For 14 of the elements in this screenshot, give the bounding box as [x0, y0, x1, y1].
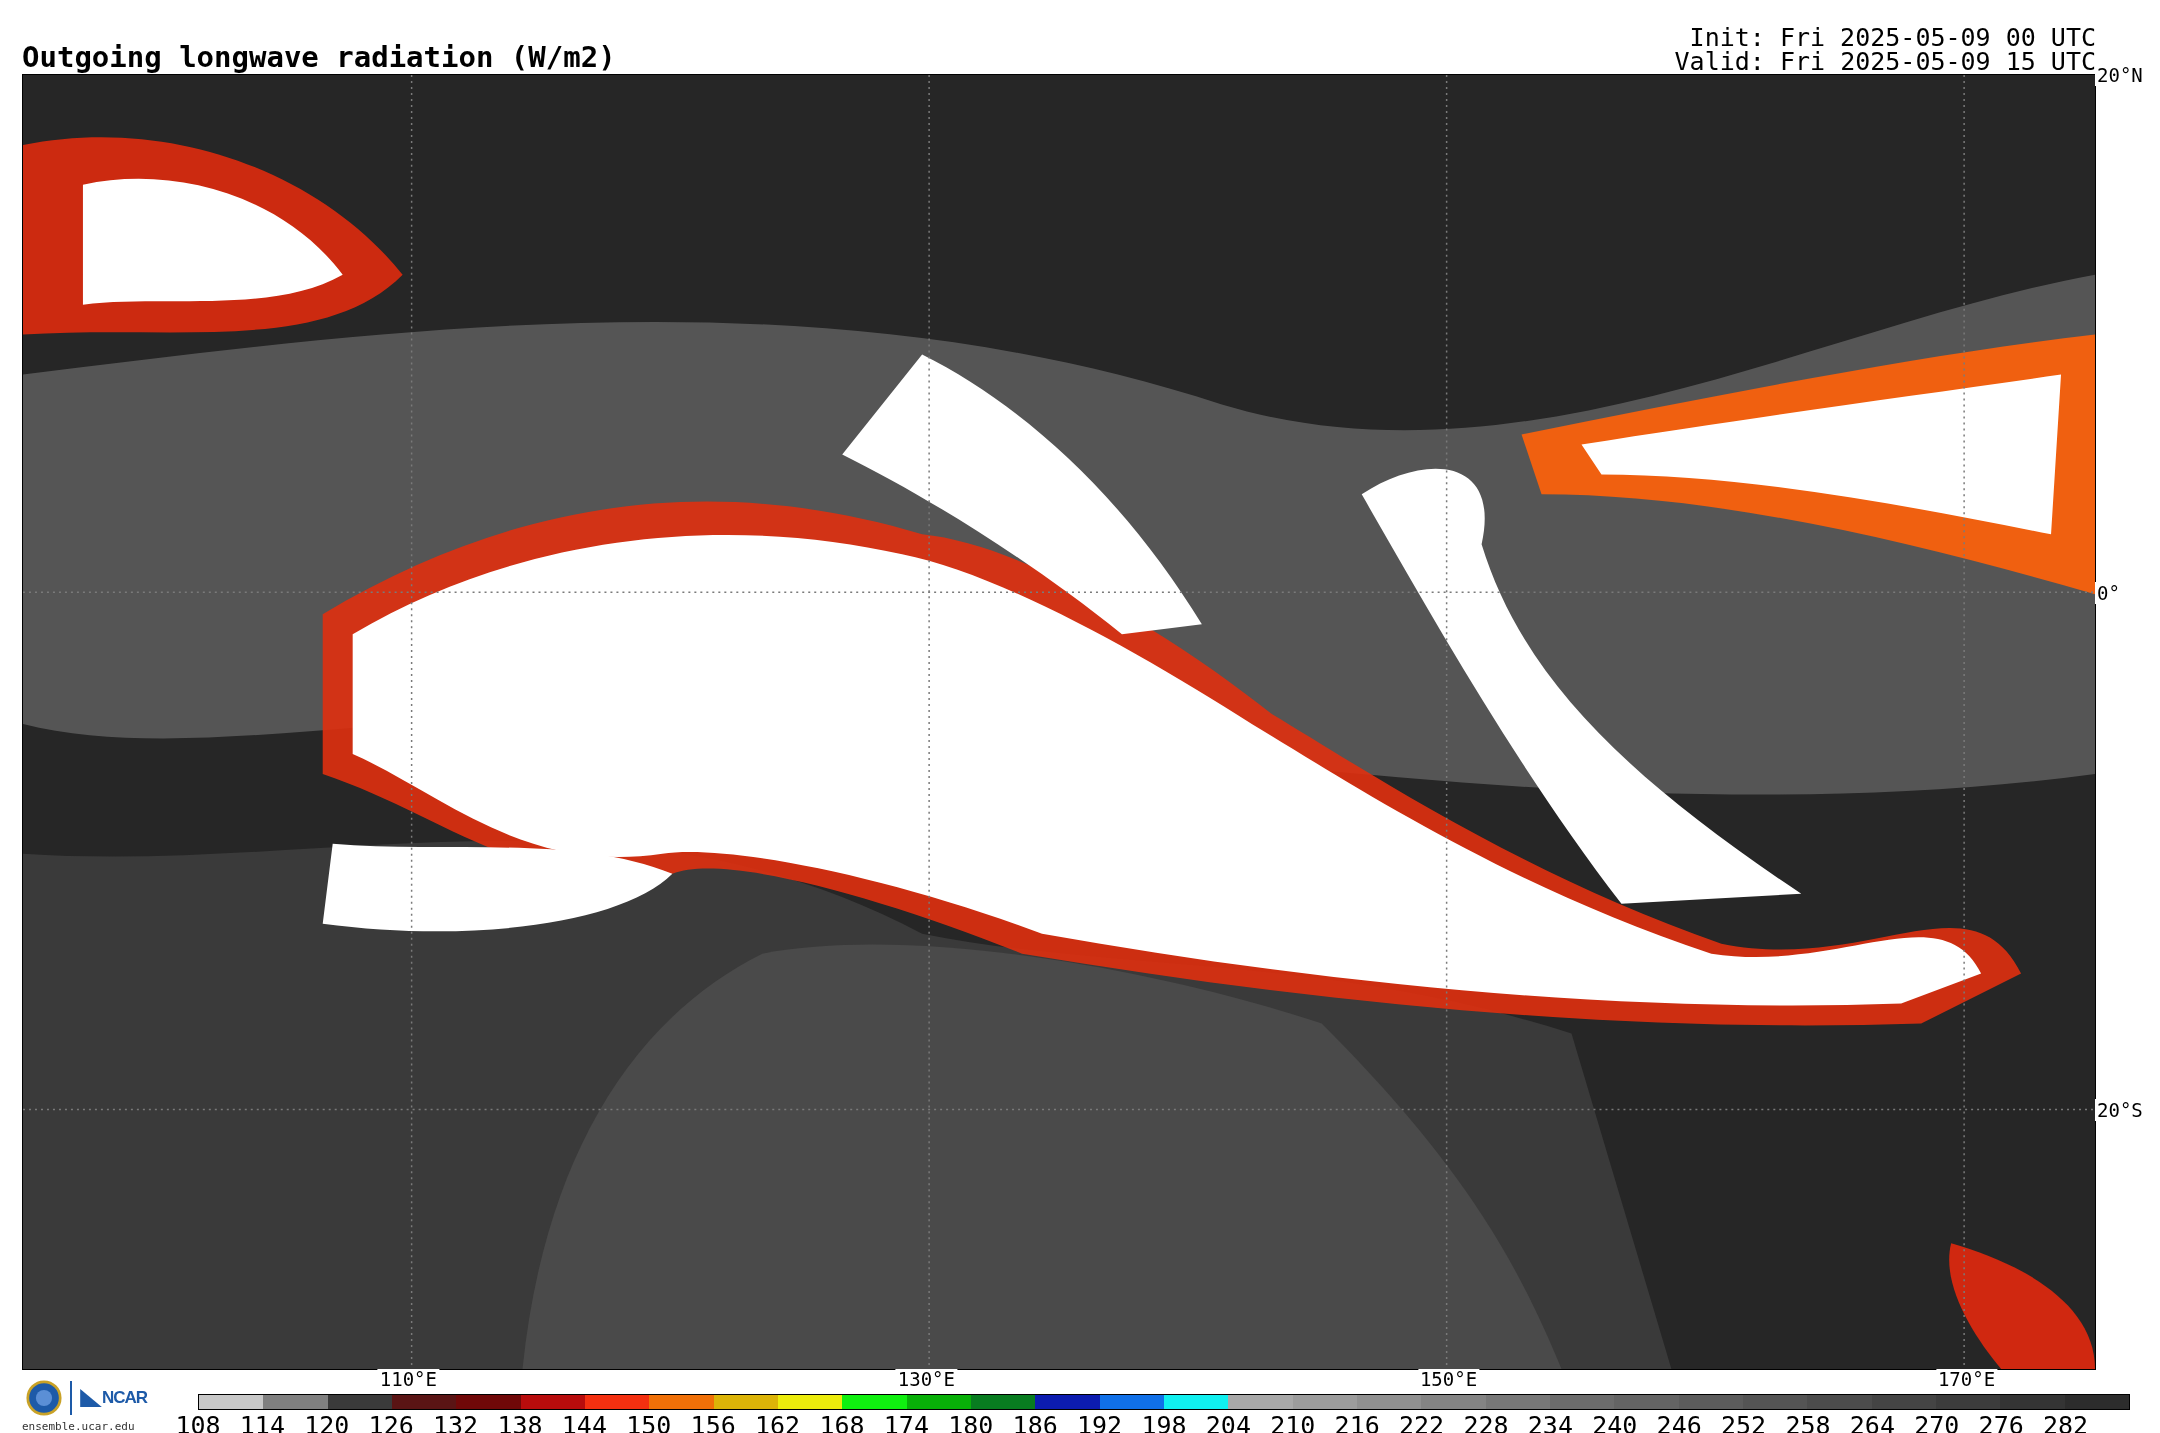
- longitude-label: 110°E: [377, 1369, 439, 1389]
- latitude-label: 0°: [2095, 581, 2120, 604]
- site-url: ensemble.ucar.edu: [22, 1420, 135, 1433]
- longitude-label: 130°E: [895, 1369, 957, 1389]
- valid-time: Valid: Fri 2025-05-09 15 UTC: [1674, 50, 2096, 74]
- ncar-wordmark: NCAR: [102, 1388, 148, 1408]
- latitude-label: 20°N: [2095, 64, 2143, 86]
- chart-title: Outgoing longwave radiation (W/m2): [22, 43, 616, 72]
- longitude-label: 170°E: [1935, 1369, 1998, 1389]
- seal-logo-icon: [26, 1380, 62, 1416]
- latitude-label: 20°S: [2095, 1099, 2143, 1122]
- longitude-label: 150°E: [1417, 1369, 1480, 1389]
- triangle-logo-icon: [80, 1389, 102, 1407]
- init-time: Init: Fri 2025-05-09 00 UTC: [1689, 26, 2096, 50]
